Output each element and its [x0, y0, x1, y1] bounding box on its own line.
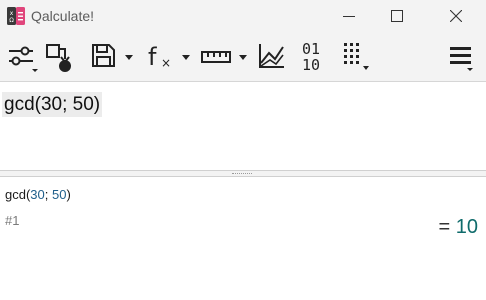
- close-button[interactable]: [433, 0, 479, 33]
- units-button[interactable]: [200, 39, 252, 73]
- history-expression-prefix: gcd(: [5, 187, 31, 202]
- mode-button[interactable]: [7, 39, 41, 73]
- svg-text:f: f: [148, 43, 157, 71]
- number-bases-button[interactable]: 01 10: [300, 39, 330, 73]
- window-title: Qalculate!: [31, 8, 95, 24]
- title-bar: x Ω Qalculate!: [0, 0, 486, 33]
- menu-icon: [450, 47, 473, 71]
- splitter-grip: [232, 173, 252, 176]
- history-result[interactable]: = 10: [439, 216, 479, 239]
- functions-icon: f ×: [148, 43, 190, 71]
- qalculate-app-icon: x Ω: [7, 7, 25, 25]
- history-expression-suffix: ): [66, 187, 71, 202]
- pane-splitter[interactable]: [0, 170, 486, 177]
- plot-button[interactable]: [257, 39, 287, 73]
- convert-to-icon: [46, 44, 71, 72]
- svg-text:x: x: [10, 10, 14, 17]
- functions-button[interactable]: f ×: [145, 39, 197, 73]
- minimize-button[interactable]: [326, 0, 372, 33]
- main-menu-button[interactable]: [447, 39, 477, 73]
- main-toolbar: f × 01 10: [0, 33, 486, 82]
- number-bases-bottom: 10: [302, 56, 320, 73]
- mode-settings-icon: [9, 46, 38, 72]
- history-separator: ;: [44, 187, 52, 202]
- keypad-button[interactable]: [341, 39, 375, 73]
- number-bases-icon: 01 10: [302, 40, 320, 73]
- maximize-button[interactable]: [374, 0, 420, 33]
- history-arg-1: 30: [30, 187, 45, 202]
- save-icon: [92, 44, 133, 67]
- equals-sign: =: [438, 216, 451, 238]
- history-reference: #1: [5, 213, 20, 228]
- history-view[interactable]: [0, 177, 486, 300]
- convert-button[interactable]: [45, 39, 79, 73]
- history-expression[interactable]: gcd(30; 50): [5, 187, 71, 202]
- svg-text:Ω: Ω: [9, 17, 14, 24]
- result-value: 10: [455, 216, 478, 238]
- save-button[interactable]: [89, 39, 141, 73]
- keypad-icon: [344, 43, 369, 70]
- svg-text:×: ×: [161, 56, 171, 70]
- units-icon: [201, 51, 247, 63]
- history-arg-2: 50: [52, 187, 67, 202]
- plot-icon: [259, 44, 284, 68]
- maximize-icon: [391, 10, 403, 22]
- expression-input[interactable]: gcd(30; 50): [2, 92, 103, 117]
- minimize-icon: [343, 16, 355, 17]
- close-icon: [450, 10, 462, 22]
